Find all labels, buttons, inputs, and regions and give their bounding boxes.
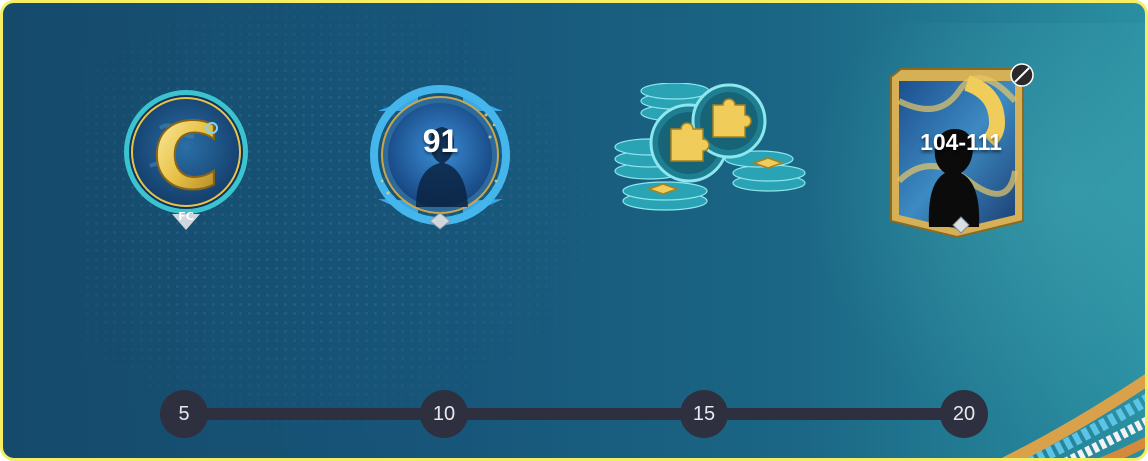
reward-puzzle-tokens[interactable] bbox=[609, 82, 809, 213]
player-card-rating-range: 104-111 bbox=[920, 129, 1002, 155]
milestone-node-10[interactable]: 10 bbox=[420, 390, 468, 438]
timeline-track bbox=[183, 408, 965, 420]
rewards-track-panel: C FC 91 104-111 5 10 15 20 bbox=[0, 0, 1148, 461]
milestone-node-5[interactable]: 5 bbox=[160, 390, 208, 438]
reward-player-pick[interactable]: 91 bbox=[358, 81, 523, 231]
svg-text:FC: FC bbox=[178, 210, 194, 223]
captain-badge-icon: C FC bbox=[124, 90, 248, 230]
milestone-node-15[interactable]: 15 bbox=[680, 390, 728, 438]
svg-text:C: C bbox=[152, 103, 220, 210]
player-pick-rating: 91 bbox=[422, 123, 459, 159]
decorative-ropes bbox=[1002, 374, 1145, 458]
puzzle-token-stack-icon bbox=[614, 82, 806, 211]
milestone-timeline: 5 10 15 20 bbox=[158, 388, 990, 440]
reward-player-card[interactable]: 104-111 bbox=[881, 61, 1041, 241]
reward-captain-badge[interactable]: C FC bbox=[120, 88, 252, 236]
